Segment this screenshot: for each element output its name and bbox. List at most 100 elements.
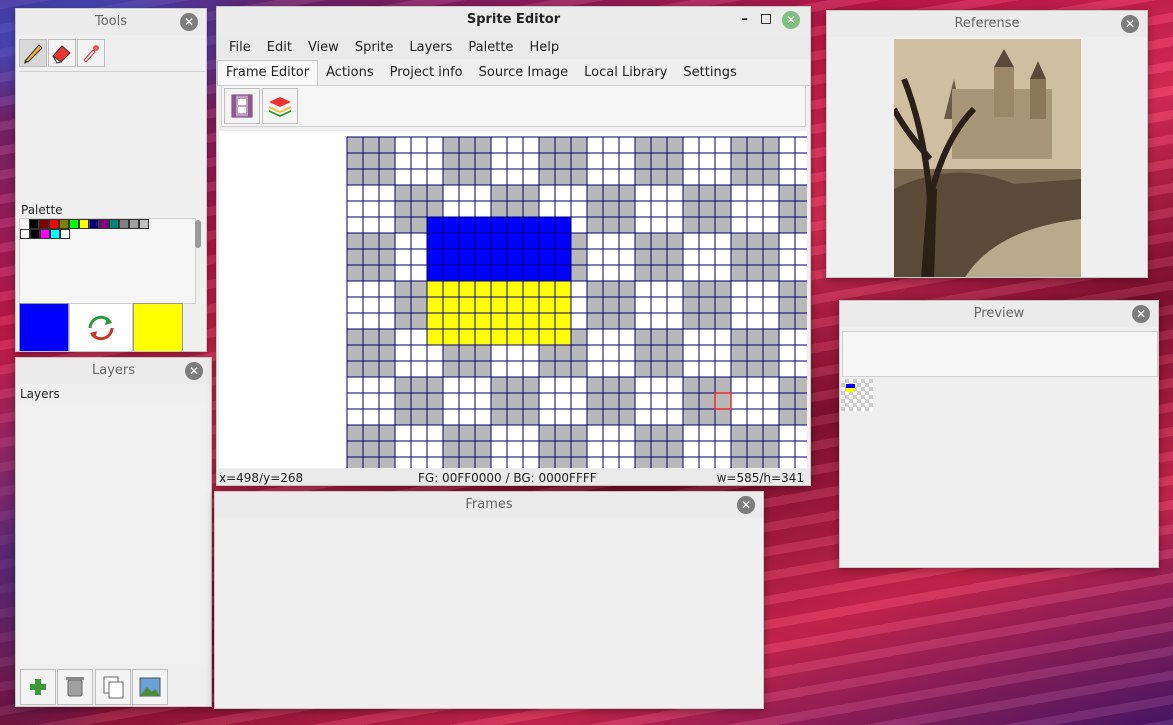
tab-settings[interactable]: Settings [675,61,744,85]
checker-cell [347,425,363,441]
palette-swatch[interactable] [50,229,60,239]
pencil-tool-button[interactable] [19,39,47,67]
delete-layer-button[interactable] [57,669,93,705]
checker-cell [763,425,779,441]
checker-cell [363,425,379,441]
checker-cell [651,425,667,441]
add-layer-button[interactable] [20,669,56,705]
frames-close-button[interactable]: ✕ [737,496,755,514]
checker-cell [379,425,395,441]
tab-local-library[interactable]: Local Library [576,61,675,85]
checker-cell [523,377,539,393]
layers-toggle-button[interactable] [262,88,298,124]
checker-cell [635,233,651,249]
checker-cell [763,457,779,468]
palette-swatch[interactable] [59,219,69,229]
frames-toggle-button[interactable] [224,88,260,124]
checker-cell [379,137,395,153]
checker-cell [779,313,795,329]
palette-swatch[interactable] [39,219,49,229]
checker-cell [507,377,523,393]
checker-cell [651,361,667,377]
checker-cell [539,153,555,169]
checker-cell [779,393,795,409]
checker-cell [443,361,459,377]
checker-cell [475,169,491,185]
checker-cell [747,441,763,457]
tools-window: Tools ✕ Palette [15,8,207,352]
checker-cell [571,457,587,468]
palette-swatch[interactable] [129,219,139,229]
checker-cell [363,169,379,185]
checker-cell [635,425,651,441]
palette-swatch[interactable] [139,219,149,229]
checker-cell [395,281,411,297]
tab-source-image[interactable]: Source Image [471,61,577,85]
palette-swatch[interactable] [119,219,129,229]
checker-cell [539,457,555,468]
palette-swatch[interactable] [60,229,70,239]
palette-swatch[interactable] [29,219,39,229]
editor-title: Sprite Editor [466,12,561,27]
checker-cell [683,377,699,393]
tab-project-info[interactable]: Project info [382,61,471,85]
menu-sprite[interactable]: Sprite [347,40,402,55]
checker-cell [459,425,475,441]
layer-image-button[interactable] [132,669,168,705]
checker-cell [523,201,539,217]
editor-close-button[interactable]: ✕ [782,11,800,29]
palette-swatch[interactable] [20,229,30,239]
minimize-button[interactable]: – [742,7,749,33]
palette-swatch[interactable] [49,219,59,229]
tab-frame-editor[interactable]: Frame Editor [217,60,319,85]
layers-close-button[interactable]: ✕ [185,362,203,380]
checker-cell [459,345,475,361]
checker-cell [459,153,475,169]
palette-swatch[interactable] [69,219,79,229]
checker-cell [491,377,507,393]
menu-view[interactable]: View [300,40,347,55]
menu-layers[interactable]: Layers [401,40,460,55]
background-color-swatch[interactable] [133,303,183,351]
palette-scrollbar[interactable] [195,220,201,248]
preview-close-button[interactable]: ✕ [1132,305,1150,323]
eraser-tool-button[interactable] [48,39,76,67]
checker-cell [475,137,491,153]
menu-help[interactable]: Help [521,40,567,55]
palette-swatch[interactable] [109,219,119,229]
menu-edit[interactable]: Edit [259,40,300,55]
trash-icon [66,677,84,697]
palette-swatch[interactable] [89,219,99,229]
checker-cell [587,217,603,233]
checker-cell [427,201,443,217]
palette-swatch[interactable] [79,219,89,229]
menu-palette[interactable]: Palette [460,40,521,55]
checker-cell [795,217,807,233]
checker-cell [459,361,475,377]
canvas-area[interactable] [219,131,807,468]
menu-file[interactable]: File [221,40,259,55]
palette-swatch[interactable] [99,219,109,229]
picker-tool-button[interactable] [77,39,105,67]
eraser-icon [52,45,71,64]
checker-cell [475,425,491,441]
tools-close-button[interactable]: ✕ [180,13,198,31]
maximize-button[interactable] [761,14,771,24]
checker-cell [747,233,763,249]
palette-swatch[interactable] [40,229,50,239]
preview-yellow-block [846,388,855,392]
tools-toolbar [19,39,205,72]
duplicate-layer-button[interactable] [95,669,131,705]
reference-close-button[interactable]: ✕ [1121,15,1139,33]
swap-colors-button[interactable] [69,303,133,351]
checker-cell [651,265,667,281]
checker-cell [363,457,379,468]
tab-actions[interactable]: Actions [318,61,382,85]
checker-cell [427,377,443,393]
checker-cell [731,345,747,361]
foreground-color-swatch[interactable] [19,303,69,351]
checker-cell [379,361,395,377]
checker-cell [699,409,715,425]
pixel-canvas[interactable] [219,131,807,468]
palette-swatch[interactable] [30,229,40,239]
